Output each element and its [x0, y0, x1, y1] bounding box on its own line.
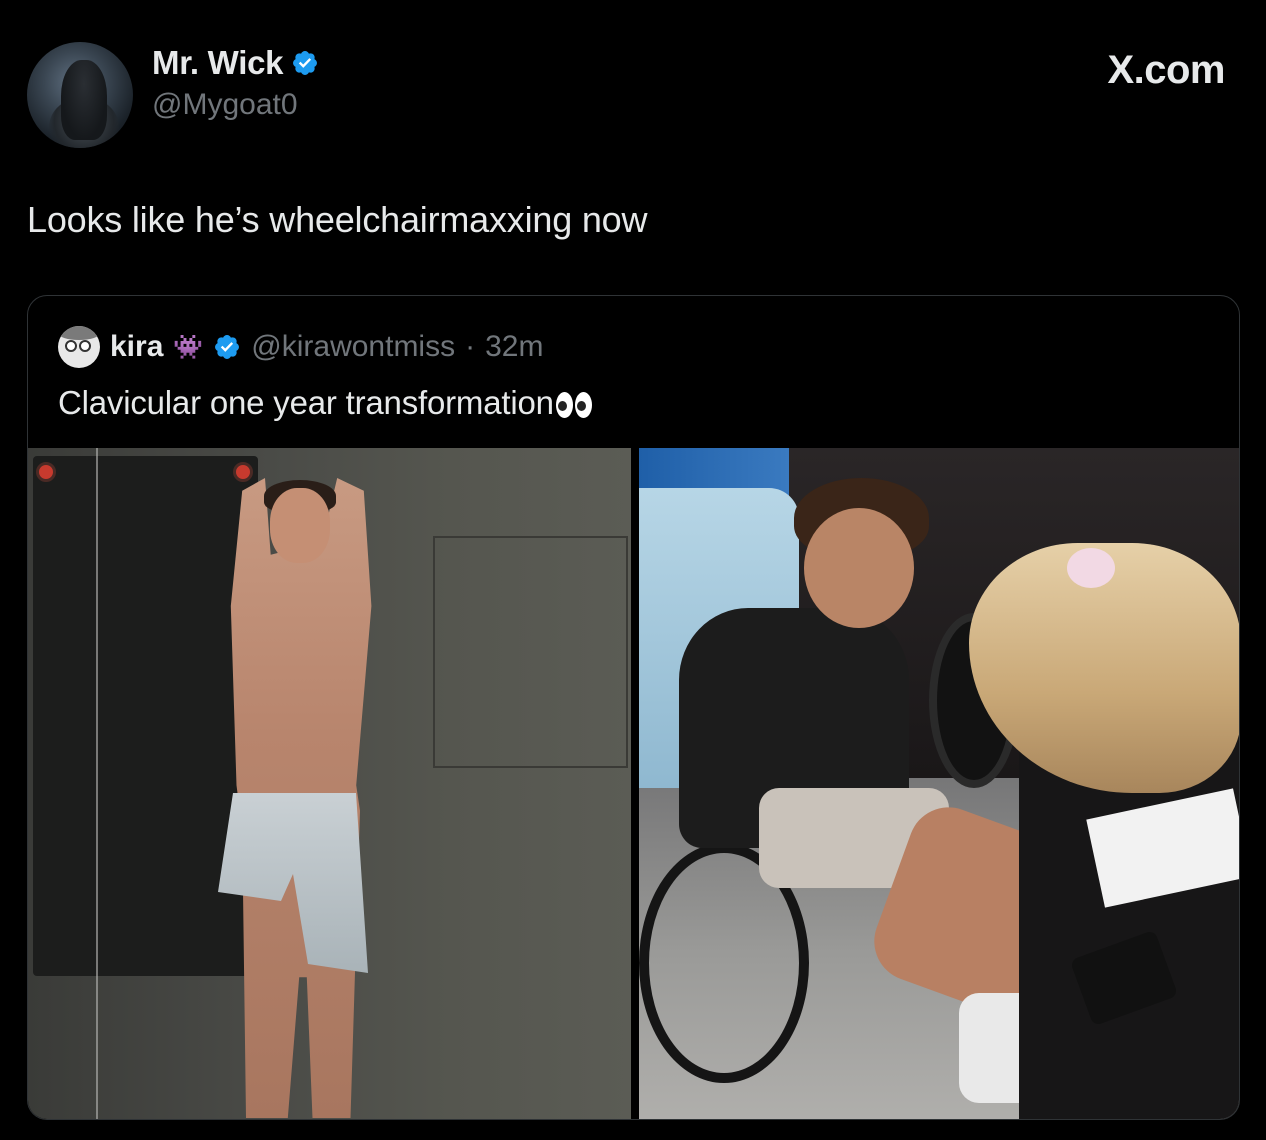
- eye-left: [555, 392, 573, 419]
- man-head: [270, 488, 330, 563]
- quoted-author-handle[interactable]: @kirawontmiss: [251, 330, 455, 364]
- time-separator: ·: [465, 330, 476, 363]
- tweet-text: Looks like he’s wheelchairmaxxing now: [27, 199, 648, 240]
- wall-panel: [433, 536, 628, 768]
- scrunchie: [1067, 548, 1115, 588]
- author-display-name[interactable]: Mr. Wick: [152, 44, 283, 82]
- quoted-tweet-text-row: Clavicular one year transformation: [58, 384, 592, 422]
- verified-badge-icon: [293, 51, 318, 75]
- eyes-icon: [555, 392, 592, 419]
- quoted-author-name[interactable]: kira: [110, 330, 163, 364]
- q-avatar-hair: [58, 326, 100, 340]
- wall-knob-left: [36, 462, 56, 482]
- author-avatar[interactable]: [27, 42, 133, 148]
- alien-monster-emoji-icon: 👾: [173, 333, 204, 361]
- quoted-tweet-header: kira 👾 @kirawontmiss · 32m: [58, 324, 543, 370]
- wheelchair-photo[interactable]: [639, 448, 1239, 1119]
- quoted-tweet-text: Clavicular one year transformation: [58, 384, 554, 421]
- wall-line: [96, 448, 98, 1119]
- avatar-figure: [61, 60, 107, 140]
- gym-photo[interactable]: [28, 448, 631, 1119]
- eye-right: [574, 392, 592, 419]
- wall-knob-right: [233, 462, 253, 482]
- author-name-row: Mr. Wick: [152, 44, 319, 82]
- author-handle[interactable]: @Mygoat0: [152, 88, 298, 122]
- quoted-tweet-media: [28, 448, 1239, 1119]
- q-avatar-glasses-right: [79, 340, 91, 352]
- quoted-author-avatar[interactable]: [58, 326, 100, 368]
- wall-mat: [33, 456, 258, 976]
- quoted-tweet-time[interactable]: 32m: [485, 330, 543, 364]
- man-face: [804, 508, 914, 628]
- x-com-watermark: X.com: [1107, 48, 1225, 92]
- verified-badge-icon: [215, 335, 240, 359]
- q-avatar-glasses-left: [65, 340, 77, 352]
- tweet-header: Mr. Wick @Mygoat0 X.com: [27, 30, 1239, 148]
- quoted-tweet-card[interactable]: kira 👾 @kirawontmiss · 32m Clavicular on…: [27, 295, 1240, 1120]
